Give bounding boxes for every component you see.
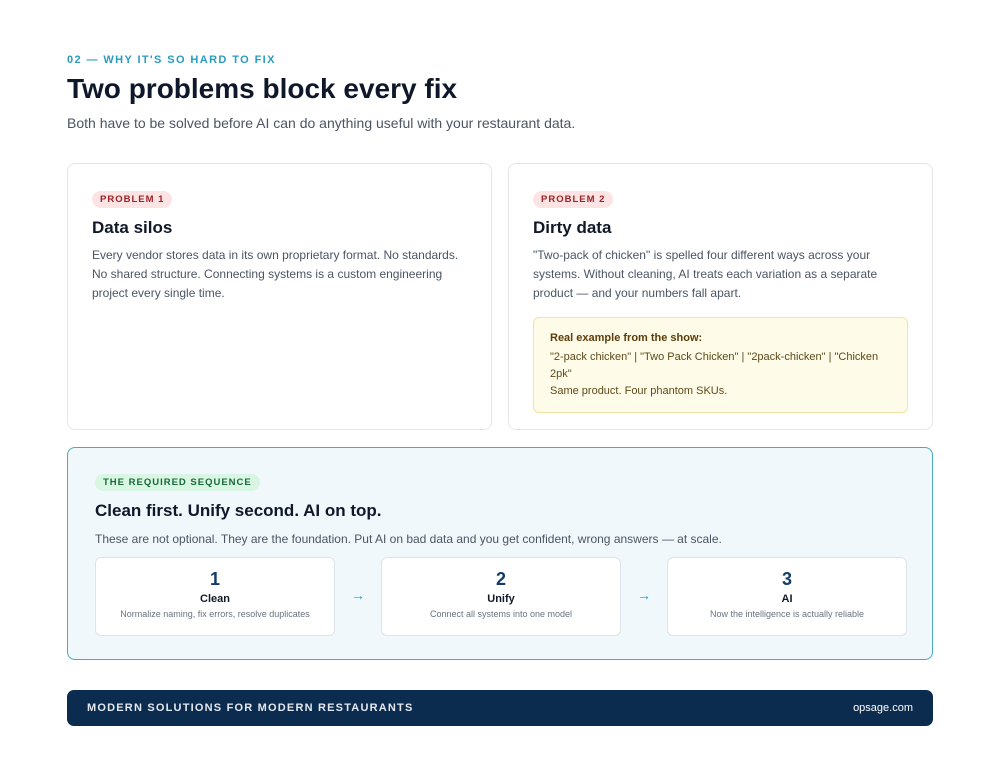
- problem-badge: PROBLEM 1: [92, 191, 173, 208]
- arrow-right-icon: →: [637, 587, 651, 603]
- footer-tagline: MODERN SOLUTIONS FOR MODERN RESTAURANTS: [87, 702, 414, 714]
- step-description: Now the intelligence is actually reliabl…: [709, 609, 865, 619]
- step-number: 1: [209, 569, 220, 589]
- problem-card-data-silos: PROBLEM 1 Data silos Every vendor stores…: [67, 163, 492, 430]
- required-sequence-panel: THE REQUIRED SEQUENCE Clean first. Unify…: [67, 447, 933, 660]
- step-name: Clean: [200, 593, 230, 605]
- section-eyebrow: 02 — WHY IT'S SO HARD TO FIX: [67, 54, 276, 66]
- problem-title: Dirty data: [533, 218, 612, 237]
- problem-badge: PROBLEM 2: [533, 191, 614, 208]
- step-name: AI: [781, 593, 793, 605]
- step-number: 3: [781, 569, 792, 589]
- callout-note: Same product. Four phantom SKUs.: [550, 385, 728, 397]
- slide-page: 02 — WHY IT'S SO HARD TO FIX Two problem…: [0, 0, 1000, 779]
- page-subtitle: Both have to be solved before AI can do …: [67, 115, 576, 131]
- problem-title: Data silos: [92, 218, 173, 237]
- problem-card-dirty-data: PROBLEM 2 Dirty data "Two-pack of chicke…: [508, 163, 933, 430]
- sequence-steps: 1 Clean Normalize naming, fix errors, re…: [95, 557, 907, 636]
- sequence-badge: THE REQUIRED SEQUENCE: [95, 474, 260, 491]
- step-number: 2: [495, 569, 506, 589]
- step-name: Unify: [487, 593, 515, 605]
- callout-variants: "2-pack chicken" | "Two Pack Chicken" | …: [550, 351, 879, 380]
- callout-title: Real example from the show:: [550, 332, 703, 344]
- page-title: Two problems block every fix: [67, 73, 458, 104]
- problem-body: "Two-pack of chicken" is spelled four di…: [533, 248, 878, 300]
- footer-bar: MODERN SOLUTIONS FOR MODERN RESTAURANTS …: [67, 690, 933, 726]
- step-card-clean: 1 Clean Normalize naming, fix errors, re…: [95, 557, 335, 636]
- problem-body: Every vendor stores data in its own prop…: [92, 248, 459, 300]
- step-description: Normalize naming, fix errors, resolve du…: [120, 609, 310, 619]
- sequence-title: Clean first. Unify second. AI on top.: [95, 501, 382, 520]
- example-callout: Real example from the show: "2-pack chic…: [533, 317, 908, 413]
- arrow-right-icon: →: [351, 587, 365, 603]
- step-card-unify: 2 Unify Connect all systems into one mod…: [381, 557, 621, 636]
- step-description: Connect all systems into one model: [429, 609, 573, 619]
- step-card-ai: 3 AI Now the intelligence is actually re…: [667, 557, 907, 636]
- sequence-description: These are not optional. They are the fou…: [95, 532, 722, 546]
- footer-website-link[interactable]: opsage.com: [853, 702, 913, 714]
